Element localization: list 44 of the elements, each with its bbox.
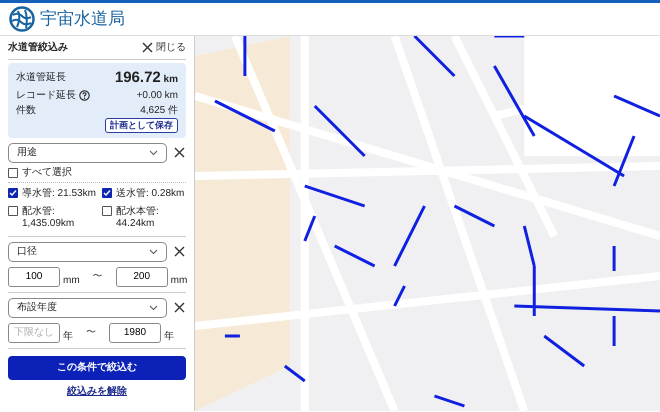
min-input-field[interactable]: 下限なし: [8, 322, 60, 343]
chevron-down-icon: [149, 150, 158, 156]
clear-filter-link[interactable]: 絞込みを解除: [8, 386, 186, 398]
unit-label: 年: [164, 330, 174, 343]
panel-title: 水道管絞込み: [8, 42, 68, 54]
checkbox[interactable]: [102, 188, 112, 198]
clear-icon[interactable]: [173, 146, 186, 160]
unit-label: mm: [63, 274, 80, 287]
app-title: 宇宙水道局: [40, 8, 125, 30]
checkbox-label: 配水管: 1,435.09km: [22, 206, 76, 230]
max-input-field[interactable]: 200: [116, 266, 168, 287]
close-button[interactable]: 閉じる: [141, 41, 186, 54]
range-separator: 〜: [86, 326, 96, 339]
chevron-down-icon: [149, 304, 158, 311]
unit-label: 年: [63, 330, 73, 343]
clear-icon[interactable]: [173, 301, 186, 314]
close-icon: [141, 41, 154, 54]
chevron-down-icon: [149, 248, 158, 255]
logo-icon: [9, 6, 35, 32]
checkbox-label: 送水管: 0.28km: [116, 188, 184, 200]
clear-icon[interactable]: [173, 245, 186, 258]
checkbox[interactable]: [8, 168, 18, 178]
unit-label: mm: [170, 274, 188, 287]
summary-label: レコード延長: [16, 90, 76, 102]
checkbox-label: すべて選択: [22, 166, 72, 179]
summary-label: 水道管延長: [16, 72, 66, 84]
save-button[interactable]: 計画として保存: [105, 118, 178, 133]
apply-button[interactable]: この条件で絞込む: [8, 356, 186, 380]
checkbox-label: 配水本管: 44.24km: [116, 206, 160, 230]
dropdown[interactable]: 布設年度: [8, 298, 167, 318]
help-icon[interactable]: [78, 90, 90, 101]
summary-value: +0.00 km: [136, 90, 178, 102]
checkbox-label: 導水管: 21.53km: [22, 188, 96, 200]
summary-value: 196.72 km: [114, 69, 178, 87]
summary-label: 件数: [16, 104, 36, 116]
checkbox[interactable]: [102, 206, 112, 216]
summary-value: 4,625 件: [140, 104, 178, 116]
min-input-field[interactable]: 100: [8, 266, 60, 287]
checkbox[interactable]: [8, 206, 18, 216]
range-separator: 〜: [92, 270, 103, 283]
dropdown[interactable]: 用途: [8, 142, 167, 163]
max-input-field[interactable]: 1980: [109, 322, 161, 343]
dropdown[interactable]: 口径: [8, 242, 167, 262]
checkbox[interactable]: [8, 188, 18, 198]
